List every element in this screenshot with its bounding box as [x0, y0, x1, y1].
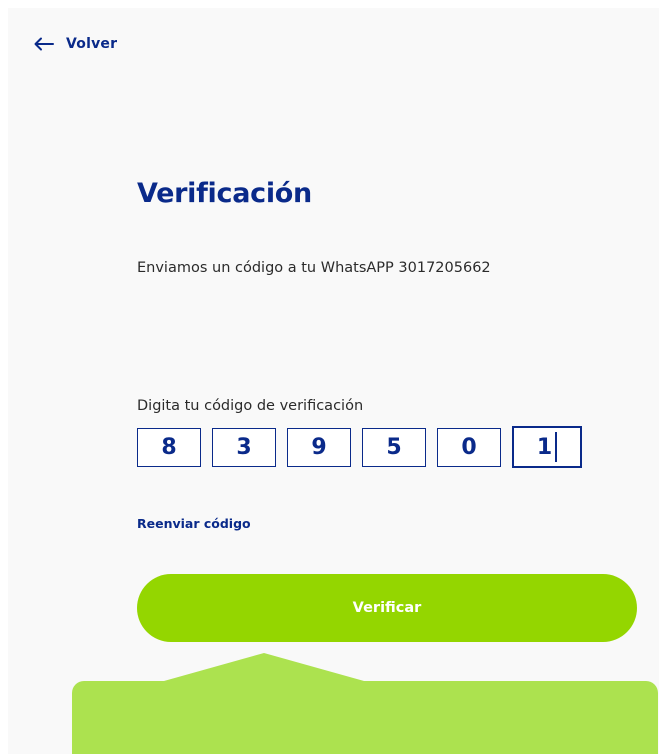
page-title: Verificación [137, 178, 312, 209]
code-digit-6[interactable]: 1 [512, 426, 582, 468]
code-digit-4[interactable]: 5 [362, 428, 426, 467]
code-field-label: Digita tu código de verificación [137, 398, 364, 414]
back-button[interactable]: Volver [34, 36, 117, 52]
back-label: Volver [66, 36, 118, 52]
code-digit-3[interactable]: 9 [287, 428, 351, 467]
verification-subtitle: Enviamos un código a tu WhatsAPP 3017205… [137, 260, 491, 276]
text-caret [555, 432, 558, 462]
code-digit-2[interactable]: 3 [212, 428, 276, 467]
code-digit-5[interactable]: 0 [437, 428, 501, 467]
tooltip-panel [72, 653, 658, 754]
verification-code-input: 8 3 9 5 0 1 [137, 426, 582, 468]
verify-button[interactable]: Verificar [137, 574, 637, 642]
arrow-left-icon [34, 37, 54, 51]
tooltip-arrow [164, 653, 364, 681]
verification-screen: Volver Verificación Enviamos un código a… [0, 0, 659, 754]
code-digit-1[interactable]: 8 [137, 428, 201, 467]
resend-code-link[interactable]: Reenviar código [137, 516, 251, 531]
